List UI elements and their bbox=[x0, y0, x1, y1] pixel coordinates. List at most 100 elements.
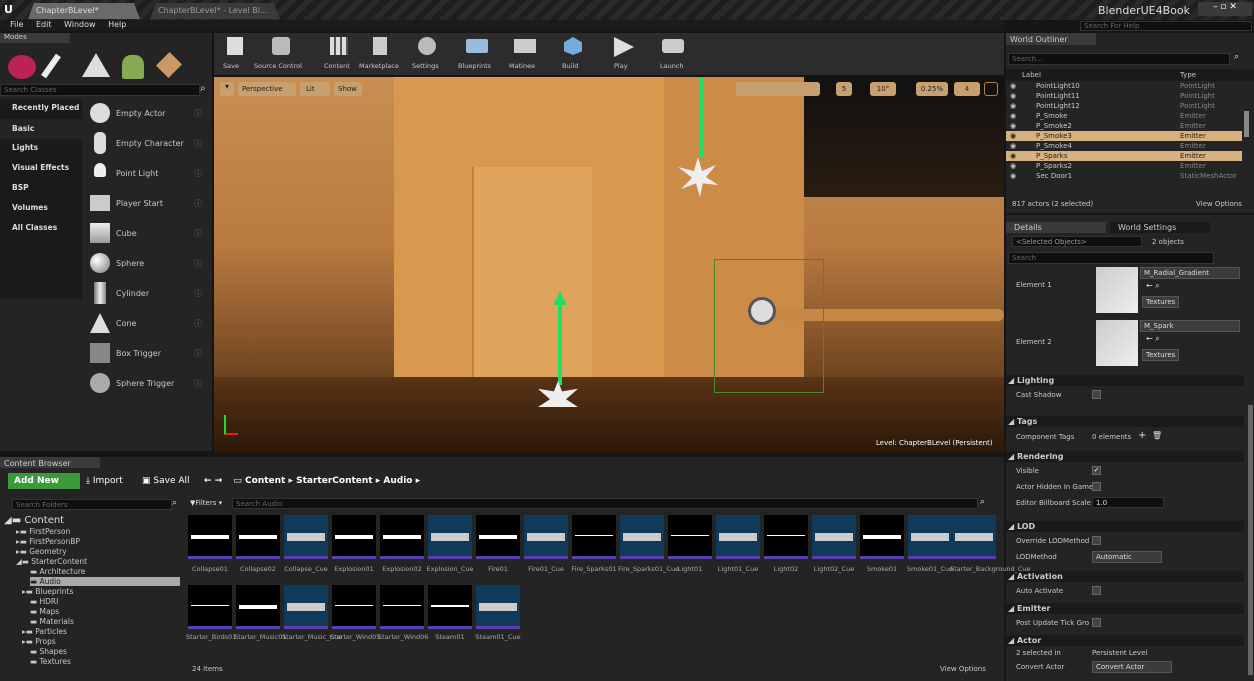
toolbar-matinee-button[interactable]: Matinee bbox=[506, 35, 542, 73]
asset-tile[interactable] bbox=[284, 585, 328, 629]
eye-icon[interactable]: ◉ bbox=[1010, 121, 1016, 131]
emitter-icon[interactable] bbox=[748, 297, 776, 325]
tree-item[interactable]: ▸▬ Particles bbox=[22, 627, 67, 636]
textures-button[interactable]: Textures bbox=[1142, 349, 1180, 361]
toolbar-content-button[interactable]: Content bbox=[320, 35, 356, 73]
maximize-viewport-icon[interactable] bbox=[984, 82, 998, 96]
asset-tile[interactable] bbox=[428, 585, 472, 629]
search-audio-input[interactable]: Search Audio bbox=[232, 498, 978, 509]
column-label[interactable]: Label bbox=[1022, 69, 1041, 81]
list-item[interactable]: ◉ Sec Door1 StaticMeshActor bbox=[1006, 171, 1242, 181]
section-rendering[interactable]: ◢ Rendering bbox=[1006, 451, 1244, 462]
tree-item[interactable]: ◢▬ StarterContent bbox=[16, 557, 87, 566]
world-settings-tab[interactable]: World Settings bbox=[1110, 222, 1210, 233]
menu-window[interactable]: Window bbox=[64, 20, 96, 29]
eye-icon[interactable]: ◉ bbox=[1010, 141, 1016, 151]
category-basic[interactable]: Basic bbox=[0, 119, 82, 139]
use-selected-icon[interactable]: ← ⌕ bbox=[1146, 334, 1160, 344]
material-dropdown[interactable]: M_Radial_Gradient bbox=[1140, 267, 1240, 279]
tree-item[interactable]: ▸▬ Blueprints bbox=[22, 587, 73, 596]
asset-tile[interactable] bbox=[620, 515, 664, 559]
list-item[interactable]: ◉ P_Smoke4 Emitter bbox=[1006, 141, 1242, 151]
tree-item[interactable]: ▬ Shapes bbox=[30, 647, 67, 656]
list-item[interactable]: ◉ P_Sparks2 Emitter bbox=[1006, 161, 1242, 171]
toolbar-build-button[interactable]: Build bbox=[556, 35, 590, 73]
asset-tile[interactable] bbox=[332, 585, 376, 629]
paint-mode-icon[interactable] bbox=[41, 53, 61, 79]
transform-tools[interactable] bbox=[736, 82, 820, 96]
modes-tool-icons[interactable] bbox=[4, 47, 184, 83]
info-icon[interactable]: ⓘ bbox=[194, 168, 202, 179]
landscape-mode-icon[interactable] bbox=[82, 53, 110, 77]
viewport-options-button[interactable]: ▾ bbox=[220, 82, 234, 96]
add-new-button[interactable]: Add New bbox=[8, 473, 80, 489]
asset-tile[interactable] bbox=[812, 515, 856, 559]
back-icon[interactable]: ← bbox=[204, 476, 212, 486]
place-item-cylinder[interactable]: Cylinder ⓘ bbox=[88, 279, 208, 307]
tree-item[interactable]: ▸▬ FirstPerson bbox=[16, 527, 70, 536]
asset-tile[interactable] bbox=[716, 515, 760, 559]
place-item-sphere-trigger[interactable]: Sphere Trigger ⓘ bbox=[88, 369, 208, 397]
content-view-options[interactable]: View Options bbox=[940, 665, 986, 673]
search-folders-input[interactable]: Search Folders bbox=[12, 499, 172, 510]
hidden-in-game-checkbox[interactable] bbox=[1092, 482, 1101, 491]
place-item-player-start[interactable]: Player Start ⓘ bbox=[88, 189, 208, 217]
asset-tile[interactable] bbox=[380, 585, 424, 629]
billboard-scale-input[interactable]: 1.0 bbox=[1092, 497, 1164, 508]
asset-tile[interactable] bbox=[188, 585, 232, 629]
foliage-mode-icon[interactable] bbox=[122, 55, 144, 79]
details-search-input[interactable]: Search bbox=[1008, 252, 1214, 264]
asset-tile[interactable] bbox=[380, 515, 424, 559]
eye-icon[interactable]: ◉ bbox=[1010, 91, 1016, 101]
lodmethod-dropdown[interactable]: Automatic bbox=[1092, 551, 1162, 563]
rotation-snap-value[interactable]: 10° bbox=[870, 82, 896, 96]
place-item-point-light[interactable]: Point Light ⓘ bbox=[88, 159, 208, 187]
list-item[interactable]: ◉ P_Smoke Emitter bbox=[1006, 111, 1242, 121]
tree-item[interactable]: ▬ Architecture bbox=[30, 567, 85, 576]
geometry-mode-icon[interactable] bbox=[155, 51, 183, 79]
eye-icon[interactable]: ◉ bbox=[1010, 161, 1016, 171]
list-item[interactable]: ◉ PointLight11 PointLight bbox=[1006, 91, 1242, 101]
list-item[interactable]: ◉ PointLight10 PointLight bbox=[1006, 81, 1242, 91]
perspective-button[interactable]: Perspective bbox=[238, 82, 296, 96]
asset-tile[interactable] bbox=[572, 515, 616, 559]
info-icon[interactable]: ⓘ bbox=[194, 378, 202, 389]
place-item-cube[interactable]: Cube ⓘ bbox=[88, 219, 208, 247]
place-item-cone[interactable]: Cone ⓘ bbox=[88, 309, 208, 337]
menu-file[interactable]: File bbox=[10, 20, 23, 29]
tree-item[interactable]: ▬ Maps bbox=[30, 607, 59, 616]
asset-tile[interactable] bbox=[236, 515, 280, 559]
asset-tile[interactable] bbox=[284, 515, 328, 559]
column-type[interactable]: Type bbox=[1180, 69, 1196, 81]
scale-snap-value[interactable]: 0.25% bbox=[916, 82, 948, 96]
breadcrumb-startercontent[interactable]: StarterContent bbox=[296, 476, 372, 486]
grid-snap-value[interactable]: 5 bbox=[836, 82, 852, 96]
menu-help[interactable]: Help bbox=[108, 20, 126, 29]
toolbar-source-control-button[interactable]: Source Control bbox=[252, 35, 308, 73]
eye-icon[interactable]: ◉ bbox=[1010, 151, 1016, 161]
menu-edit[interactable]: Edit bbox=[36, 20, 52, 29]
tree-item[interactable]: ▬ HDRI bbox=[30, 597, 58, 606]
tab-level-blueprint[interactable]: ChapterBLevel* - Level Bl... bbox=[150, 3, 280, 19]
eye-icon[interactable]: ◉ bbox=[1010, 111, 1016, 121]
add-icon[interactable]: + bbox=[1138, 430, 1146, 441]
toolbar-settings-button[interactable]: Settings bbox=[410, 35, 444, 73]
tree-item-selected[interactable]: ▬ Audio bbox=[30, 577, 180, 586]
eye-icon[interactable]: ◉ bbox=[1010, 171, 1016, 181]
asset-tile[interactable] bbox=[188, 515, 232, 559]
toolbar-play-button[interactable]: Play bbox=[606, 35, 640, 73]
section-actor[interactable]: ◢ Actor bbox=[1006, 635, 1244, 646]
asset-tile[interactable] bbox=[476, 515, 520, 559]
info-icon[interactable]: ⓘ bbox=[194, 138, 202, 149]
selected-objects-field[interactable]: <Selected Objects> bbox=[1012, 236, 1142, 247]
tree-item[interactable]: ▬ Textures bbox=[30, 657, 71, 666]
toolbar-save-button[interactable]: Save bbox=[218, 35, 252, 73]
category-lights[interactable]: Lights bbox=[12, 143, 38, 152]
import-button[interactable]: ⤓ Import bbox=[86, 473, 138, 489]
material-thumbnail[interactable] bbox=[1096, 267, 1138, 313]
forward-icon[interactable]: → bbox=[215, 476, 223, 486]
tree-item[interactable]: ◢▬ Content bbox=[4, 515, 64, 526]
camera-speed-value[interactable]: 4 bbox=[954, 82, 980, 96]
level-viewport[interactable]: ▾ Perspective Lit Show 5 10° 0.25% 4 Lev… bbox=[214, 77, 1004, 453]
breadcrumb-audio[interactable]: Audio bbox=[383, 476, 412, 486]
